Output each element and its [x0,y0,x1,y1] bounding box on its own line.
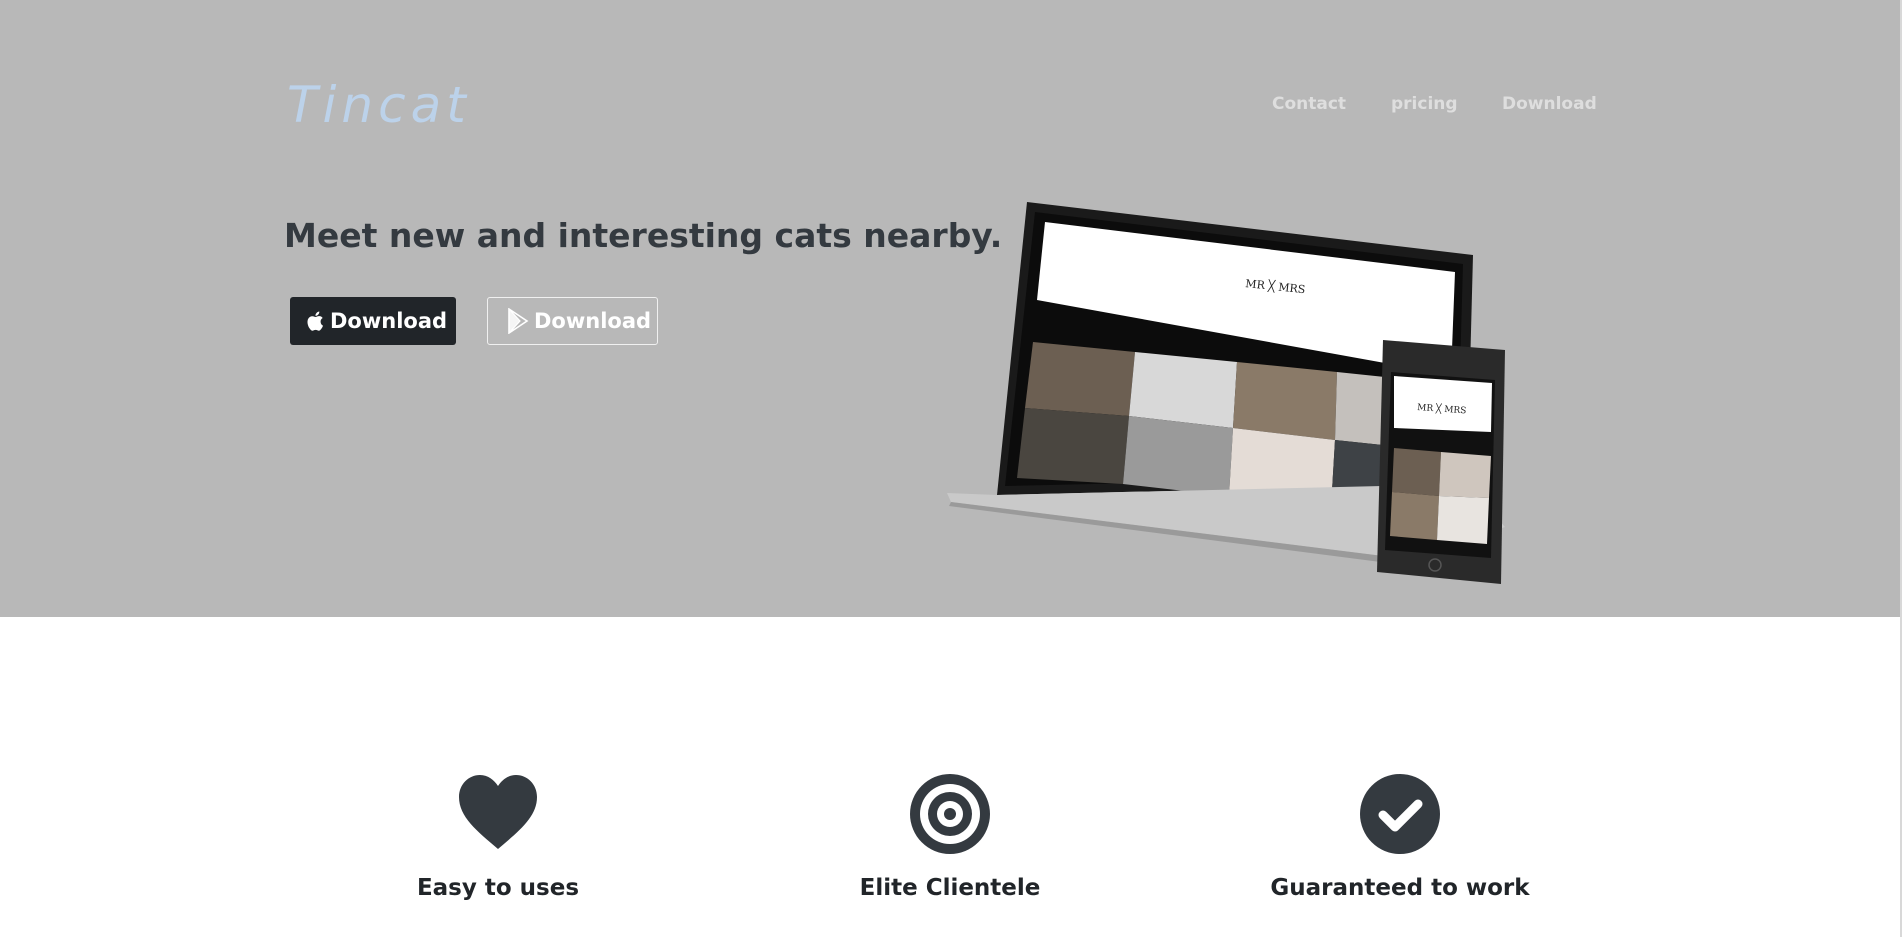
feature-elite-clientele: Elite Clientele [790,773,1110,901]
hero-section: Tincat Contact pricing Download Meet new… [0,0,1900,617]
google-play-button-label: Download [534,309,652,333]
feature-guaranteed: Guaranteed to work [1240,773,1560,901]
brand-logo[interactable]: Tincat [287,76,471,134]
heart-icon [459,775,537,849]
apple-icon [306,310,326,332]
device-mockup: MR ╳ MRS MR ╳ MRS [947,202,1505,584]
feature-title: Easy to uses [416,875,580,901]
phone-image: MR ╳ MRS [1377,340,1505,584]
target-icon [910,774,990,854]
google-play-download-button[interactable]: Download [487,297,658,345]
feature-title: Elite Clientele [859,875,1041,901]
nav-pricing[interactable]: pricing [1391,94,1458,114]
app-store-button-label: Download [330,309,448,333]
nav-download[interactable]: Download [1502,94,1597,114]
check-circle-icon [1360,774,1440,854]
nav-contact[interactable]: Contact [1272,94,1346,114]
app-store-download-button[interactable]: Download [290,297,456,345]
feature-easy-to-use: Easy to uses [338,773,658,901]
google-play-icon [506,308,530,334]
feature-title: Guaranteed to work [1270,875,1530,901]
hero-headline: Meet new and interesting cats nearby. [284,216,1003,255]
